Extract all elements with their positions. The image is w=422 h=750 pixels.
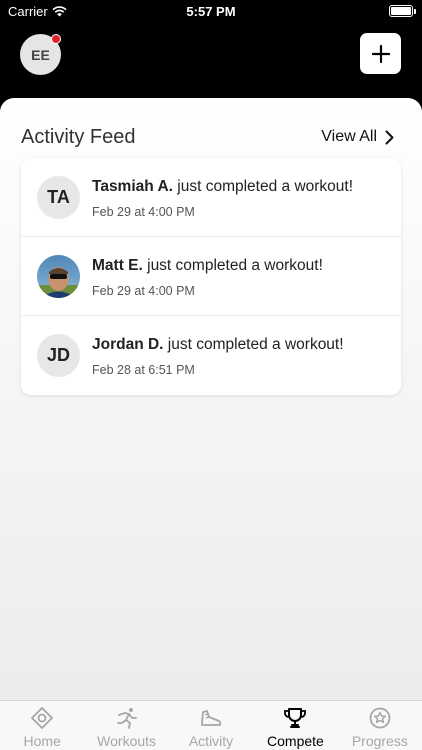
- feed-item[interactable]: JD Jordan D. just completed a workout! F…: [21, 316, 401, 395]
- chevron-right-icon: [385, 130, 394, 144]
- tab-label: Compete: [267, 733, 324, 749]
- profile-initials: EE: [31, 46, 50, 63]
- tab-activity[interactable]: Activity: [169, 701, 253, 750]
- tab-progress[interactable]: Progress: [338, 701, 422, 750]
- feed-item[interactable]: TA Tasmiah A. just completed a workout! …: [21, 158, 401, 237]
- home-target-icon: [31, 707, 54, 729]
- tab-label: Progress: [351, 733, 408, 749]
- feed-timestamp: Feb 28 at 6:51 PM: [92, 363, 195, 377]
- tab-workouts[interactable]: Workouts: [84, 701, 168, 750]
- main-content: Activity Feed View All TA Tasmiah A. jus…: [0, 98, 422, 700]
- tab-label: Activity: [188, 733, 234, 749]
- feed-user-name: Jordan D.: [92, 336, 164, 353]
- star-badge-icon: [369, 707, 391, 729]
- profile-avatar[interactable]: EE: [20, 34, 61, 75]
- runner-icon: [116, 708, 137, 729]
- view-all-button[interactable]: View All: [321, 128, 394, 146]
- feed-action: just completed a workout!: [172, 178, 354, 195]
- trophy-icon: [284, 708, 307, 728]
- feed-item-text: Matt E. just completed a workout!: [92, 257, 323, 275]
- feed-user-name: Tasmiah A.: [92, 178, 173, 195]
- feed-timestamp: Feb 29 at 4:00 PM: [92, 284, 195, 298]
- feed-action: just completed a workout!: [163, 336, 344, 353]
- user-avatar: JD: [37, 334, 80, 377]
- plus-icon: [371, 44, 390, 63]
- user-photo: [37, 255, 80, 298]
- feed-item-text: Jordan D. just completed a workout!: [92, 336, 344, 354]
- avatar-initials: TA: [47, 187, 70, 207]
- shoe-icon: [201, 710, 222, 726]
- tab-label: Home: [23, 733, 61, 749]
- user-avatar-photo: [37, 255, 80, 298]
- activity-feed-title: Activity Feed: [21, 126, 136, 148]
- activity-feed-card: TA Tasmiah A. just completed a workout! …: [21, 158, 401, 395]
- add-button[interactable]: [360, 33, 401, 74]
- avatar-initials: JD: [46, 345, 70, 365]
- tab-label: Workouts: [97, 733, 157, 749]
- feed-timestamp: Feb 29 at 4:00 PM: [92, 205, 195, 219]
- status-time: 5:57 PM: [186, 4, 236, 19]
- feed-item-text: Tasmiah A. just completed a workout!: [92, 178, 353, 196]
- feed-action: just completed a workout!: [142, 257, 323, 274]
- notification-dot: [51, 34, 61, 44]
- battery-icon: [389, 5, 416, 17]
- user-avatar: TA: [37, 176, 80, 219]
- tab-home[interactable]: Home: [0, 701, 84, 750]
- tab-compete[interactable]: Compete: [253, 701, 337, 750]
- status-bar: Carrier 5:57 PM: [0, 0, 422, 22]
- feed-item[interactable]: Matt E. just completed a workout! Feb 29…: [21, 237, 401, 316]
- tab-bar: Home Workouts Activity Compete Progress: [0, 700, 422, 750]
- feed-user-name: Matt E.: [92, 257, 143, 274]
- view-all-label: View All: [321, 128, 377, 145]
